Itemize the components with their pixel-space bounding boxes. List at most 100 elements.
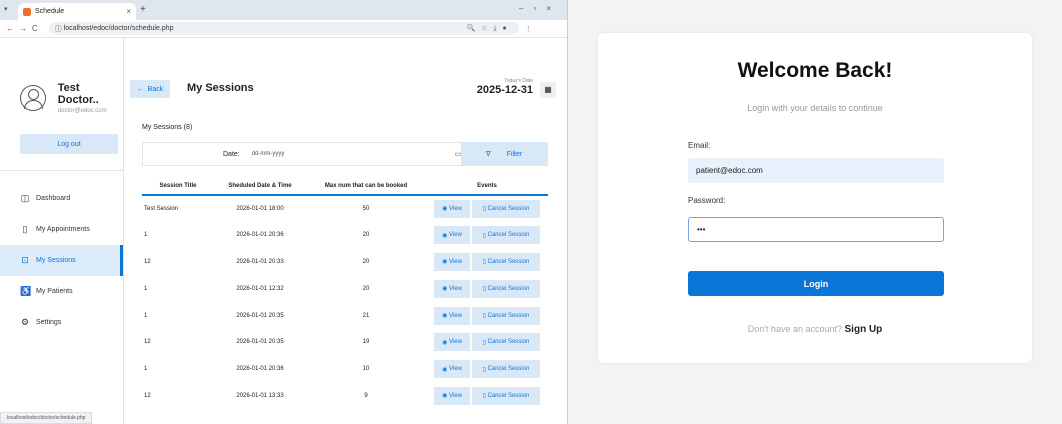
info-icon[interactable]: ⓘ (55, 24, 64, 34)
sidebar-item-sessions[interactable]: ⊡ My Sessions (0, 245, 123, 276)
table-row: 1 2026-01-01 20:36 10 ◉ View ▯ Cancel Sessio… (142, 356, 548, 383)
cancel-session-button[interactable]: ▯ Cancel Session (472, 226, 540, 245)
password-label: Password: (688, 196, 726, 205)
calendar-picker-icon[interactable]: ▭ (455, 150, 462, 158)
eye-icon: ◉ (442, 313, 449, 320)
doctor-name: Test Doctor.. (57, 82, 99, 106)
cell-events: ◉ View ▯ Cancel Session (426, 195, 548, 222)
view-label: View (449, 392, 462, 399)
sidebar: Test Doctor.. doctor@edoc.com Log out ◫ D… (0, 38, 124, 424)
view-button[interactable]: ◉ View (434, 226, 470, 245)
cancel-session-button[interactable]: ▯ Cancel Session (472, 360, 540, 379)
login-button[interactable]: Login (688, 271, 944, 296)
sidebar-item-settings[interactable]: ⚙ Settings (0, 307, 123, 338)
filter-bar: Date: dd-mm-yyyy ▭ ∇ Filter (142, 142, 548, 166)
cell-max: 20 (362, 285, 370, 292)
dashboard-icon: ◫ (20, 193, 30, 203)
back-button[interactable]: ← Back (130, 80, 170, 98)
view-label: View (449, 312, 462, 319)
view-button[interactable]: ◉ View (434, 333, 470, 352)
avatar-icon (20, 85, 46, 111)
cancel-label: Cancel Session (487, 392, 530, 399)
eye-icon: ◉ (442, 339, 449, 346)
cell-title: 12 (144, 339, 151, 346)
cell-title: 1 (144, 232, 148, 239)
table-row: 1 2026-01-01 20:35 21 ◉ View ▯ Cancel Sessio… (142, 302, 548, 329)
date-input[interactable]: dd-mm-yyyy ▭ (252, 147, 461, 161)
view-button[interactable]: ◉ View (434, 386, 470, 405)
page-title: My Sessions (187, 82, 254, 94)
back-label: Back (147, 85, 164, 93)
cell-datetime: 2026-01-01 18:00 (236, 205, 284, 212)
window-controls[interactable]: –▫× (519, 4, 561, 13)
logout-button[interactable]: Log out (20, 134, 118, 154)
view-button[interactable]: ◉ View (434, 279, 470, 298)
cell-events: ◉ View ▯ Cancel Session (426, 275, 548, 302)
view-label: View (449, 205, 462, 212)
zoom-star-download-icons[interactable]: 🔍☆⤓● (466, 24, 512, 33)
signup-row: Don't have an account? Sign Up (598, 324, 1032, 335)
table-row: Test Session 2026-01-01 18:00 50 ◉ View ▯ Ca… (142, 195, 548, 222)
filter-button[interactable]: ∇ Filter (461, 142, 547, 166)
new-tab-icon[interactable]: + (140, 4, 146, 15)
cancel-session-button[interactable]: ▯ Cancel Session (472, 333, 540, 352)
calendar-icon[interactable]: ▦ (540, 82, 556, 98)
cell-datetime: 2026-01-01 20:33 (236, 258, 284, 265)
view-button[interactable]: ◉ View (434, 306, 470, 325)
view-button[interactable]: ◉ View (434, 199, 470, 218)
cell-max: 19 (362, 339, 370, 346)
today-value: 2025-12-31 (476, 84, 533, 96)
more-menu-icon[interactable]: ⋮ (525, 25, 532, 33)
gear-icon: ⚙ (20, 317, 30, 327)
url-field[interactable]: ⓘ localhost/edoc/doctor/schedule.php 🔍☆⤓… (48, 22, 519, 35)
view-label: View (449, 258, 462, 265)
cell-title: 1 (144, 312, 148, 319)
cancel-session-button[interactable]: ▯ Cancel Session (472, 279, 540, 298)
nav-buttons-icon[interactable]: ←→C (6, 24, 43, 33)
email-label: Email: (688, 141, 711, 150)
login-subtitle: Login with your details to continue (747, 103, 883, 113)
col-header: Events (426, 178, 548, 196)
sidebar-item-patients[interactable]: ♿ My Patients (0, 276, 123, 307)
sidebar-item-dashboard[interactable]: ◫ Dashboard (0, 183, 123, 214)
sidebar-item-label: Dashboard (36, 195, 71, 202)
profile: Test Doctor.. doctor@edoc.com (0, 38, 123, 114)
cell-events: ◉ View ▯ Cancel Session (426, 329, 548, 356)
cancel-label: Cancel Session (487, 232, 530, 239)
cancel-session-button[interactable]: ▯ Cancel Session (472, 386, 540, 405)
bookmark-icon: ▯ (22, 224, 28, 234)
cancel-label: Cancel Session (487, 205, 530, 212)
cancel-session-button[interactable]: ▯ Cancel Session (472, 252, 540, 271)
cell-title: Test Session (144, 205, 179, 212)
view-button[interactable]: ◉ View (434, 360, 470, 379)
sidebar-item-label: My Patients (36, 288, 73, 295)
session-icon: ⊡ (21, 255, 29, 265)
back-arrow-icon: ← (136, 85, 148, 93)
date-placeholder: dd-mm-yyyy (251, 151, 285, 157)
sidebar-item-label: Settings (36, 319, 62, 326)
sidebar-nav: ◫ Dashboard ▯ My Appointments ⊡ My Sessions… (0, 183, 123, 338)
sessions-count: My Sessions (8) (142, 124, 193, 131)
col-header: Max num that can be booked (306, 178, 426, 196)
view-label: View (449, 366, 462, 373)
cell-events: ◉ View ▯ Cancel Session (426, 222, 548, 249)
cell-events: ◉ View ▯ Cancel Session (426, 249, 548, 276)
cell-title: 1 (144, 285, 148, 292)
signup-link[interactable]: Sign Up (845, 324, 883, 335)
date-label: Date: (223, 150, 240, 158)
browser-tab[interactable]: Schedule × (18, 3, 136, 20)
tab-close-icon[interactable]: × (126, 7, 131, 16)
sidebar-item-appointments[interactable]: ▯ My Appointments (0, 214, 123, 245)
table-row: 12 2026-01-01 20:33 20 ◉ View ▯ Cancel Sessi… (142, 249, 548, 276)
cell-max: 21 (362, 312, 370, 319)
cell-datetime: 2026-01-01 20:35 (236, 312, 284, 319)
email-field[interactable]: patient@edoc.com (688, 158, 944, 183)
cancel-session-button[interactable]: ▯ Cancel Session (472, 199, 540, 218)
cancel-session-button[interactable]: ▯ Cancel Session (472, 306, 540, 325)
eye-icon: ◉ (442, 286, 449, 293)
password-field[interactable]: ••• (688, 217, 944, 242)
login-title: Welcome Back! (737, 59, 893, 82)
view-button[interactable]: ◉ View (434, 252, 470, 271)
status-bar-url: localhost/edoc/doctor/schedule.php (0, 412, 93, 424)
tab-search-icon[interactable]: ▾ (4, 5, 8, 13)
